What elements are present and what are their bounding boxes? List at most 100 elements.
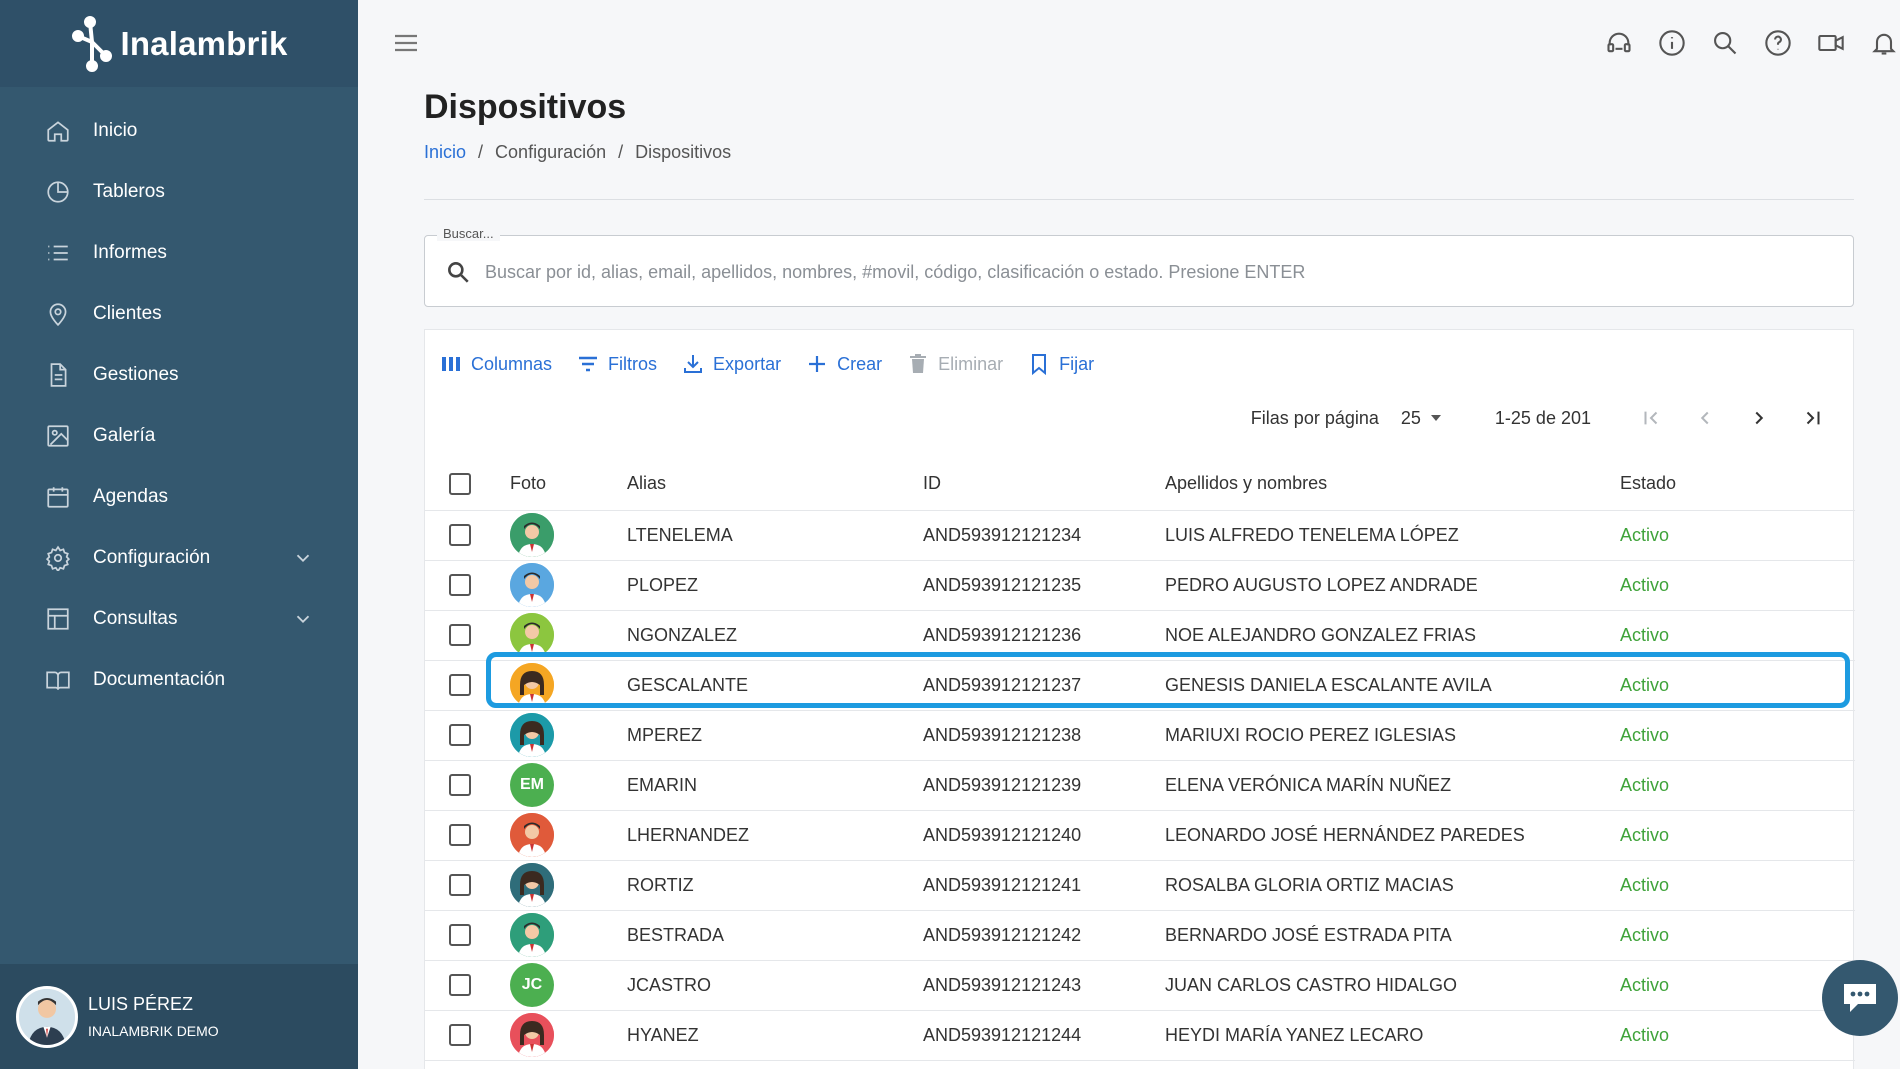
pagination: Filas por página 25 1-25 de 201 (1251, 402, 1829, 434)
row-checkbox[interactable] (449, 574, 471, 596)
sidebar-item-gestiones[interactable]: Gestiones (0, 344, 358, 405)
row-select-cell (425, 710, 510, 761)
row-select-cell (425, 610, 510, 661)
avatar-initials: EM (520, 776, 544, 793)
column-header-foto[interactable]: Foto (510, 458, 627, 511)
sidebar-item-informes[interactable]: Informes (0, 222, 358, 283)
table-row[interactable]: LTENELEMA AND593912121234 LUIS ALFREDO TEN… (425, 510, 1855, 561)
alias-cell: LTENELEMA (627, 510, 923, 561)
table-row[interactable]: GESCALANTE AND593912121237 GENESIS DANIELA… (425, 660, 1855, 711)
filters-label: Filtros (608, 353, 658, 374)
user-organization: INALAMBRIK DEMO (88, 1023, 219, 1039)
row-checkbox[interactable] (449, 924, 471, 946)
row-select-cell (425, 960, 510, 1011)
alias-cell: LHERNANDEZ (627, 810, 923, 861)
id-cell: AND593912121235 (923, 560, 1165, 611)
search-icon[interactable] (1708, 26, 1741, 59)
breadcrumb-inicio[interactable]: Inicio (424, 142, 466, 163)
create-button[interactable]: Crear (801, 346, 886, 382)
last-page-icon[interactable] (1797, 402, 1829, 434)
column-header-alias[interactable]: Alias (627, 458, 923, 511)
id-cell: AND593912121234 (923, 510, 1165, 561)
support-headset-icon[interactable] (1602, 26, 1635, 59)
table-row[interactable]: EM EMARIN AND593912121239 ELENA VERÓNICA MA… (425, 760, 1855, 811)
table-row[interactable]: LHERNANDEZ AND593912121240 LEONARDO JOSÉ H… (425, 810, 1855, 861)
info-icon[interactable] (1655, 26, 1688, 59)
row-checkbox[interactable] (449, 1024, 471, 1046)
status-cell: Activo (1620, 510, 1855, 561)
table-row[interactable]: PLOPEZ AND593912121235 PEDRO AUGUSTO LOPEZ… (425, 560, 1855, 611)
row-select-cell (425, 560, 510, 611)
location-pin-icon (44, 300, 72, 328)
columns-button[interactable]: Columnas (435, 346, 556, 382)
name-cell: PEDRO AUGUSTO LOPEZ ANDRADE (1165, 560, 1620, 611)
alias-cell: MPEREZ (627, 710, 923, 761)
photo-cell (510, 510, 627, 561)
sidebar-item-consultas[interactable]: Consultas (0, 588, 358, 649)
sidebar-item-inicio[interactable]: Inicio (0, 100, 358, 161)
sidebar-item-agendas[interactable]: Agendas (0, 466, 358, 527)
row-checkbox[interactable] (449, 824, 471, 846)
bell-icon[interactable] (1867, 26, 1900, 59)
row-checkbox[interactable] (449, 724, 471, 746)
name-cell: ELENA VERÓNICA MARÍN NUÑEZ (1165, 760, 1620, 811)
name-cell: MARIUXI ROCIO PEREZ IGLESIAS (1165, 710, 1620, 761)
divider (424, 199, 1854, 200)
rows-per-page-select[interactable]: 25 (1401, 408, 1443, 429)
man-avatar (510, 613, 554, 657)
previous-page-icon[interactable] (1689, 402, 1721, 434)
export-button[interactable]: Exportar (677, 346, 785, 382)
page-navigation (1635, 402, 1829, 434)
photo-cell (510, 910, 627, 961)
alias-cell: EMARIN (627, 760, 923, 811)
table-row[interactable]: HYANEZ AND593912121244 HEYDI MARÍA YANEZ L… (425, 1010, 1855, 1061)
name-cell: GENESIS DANIELA ESCALANTE AVILA (1165, 660, 1620, 711)
next-page-icon[interactable] (1743, 402, 1775, 434)
devices-table-card: Columnas Filtros Exportar Crear Eliminar… (424, 329, 1855, 1069)
top-actions (1602, 26, 1900, 59)
column-header-id[interactable]: ID (923, 458, 1165, 511)
logo[interactable]: Inalambrik (0, 0, 358, 87)
column-header-status[interactable]: Estado (1620, 458, 1855, 511)
sidebar-item-tableros[interactable]: Tableros (0, 161, 358, 222)
gear-icon (44, 544, 72, 572)
help-icon[interactable] (1761, 26, 1794, 59)
row-checkbox[interactable] (449, 974, 471, 996)
table-row[interactable]: JC JCASTRO AND593912121243 JUAN CARLOS CAST… (425, 960, 1855, 1011)
video-icon[interactable] (1814, 26, 1847, 59)
calendar-icon (44, 483, 72, 511)
table-row[interactable]: NGONZALEZ AND593912121236 NOE ALEJANDRO GO… (425, 610, 1855, 661)
search-input[interactable] (485, 252, 1835, 292)
delete-button[interactable]: Eliminar (902, 346, 1007, 382)
first-page-icon[interactable] (1635, 402, 1667, 434)
image-icon (44, 422, 72, 450)
sidebar-item-documentacion[interactable]: Documentación (0, 649, 358, 710)
user-profile[interactable]: LUIS PÉREZ INALAMBRIK DEMO (0, 964, 358, 1069)
row-checkbox[interactable] (449, 524, 471, 546)
sidebar-item-galeria[interactable]: Galería (0, 405, 358, 466)
sidebar-item-label: Configuración (93, 546, 211, 568)
row-checkbox[interactable] (449, 674, 471, 696)
table-row[interactable]: BESTRADA AND593912121242 BERNARDO JOSÉ EST… (425, 910, 1855, 961)
photo-cell (510, 610, 627, 661)
man-avatar (510, 513, 554, 557)
chat-button[interactable] (1822, 960, 1898, 1036)
row-checkbox[interactable] (449, 774, 471, 796)
man-avatar (510, 563, 554, 607)
column-header-name[interactable]: Apellidos y nombres (1165, 458, 1620, 511)
table-row[interactable]: MPEREZ AND593912121238 MARIUXI ROCIO PEREZ… (425, 710, 1855, 761)
sidebar-item-clientes[interactable]: Clientes (0, 283, 358, 344)
status-cell: Activo (1620, 710, 1855, 761)
row-checkbox[interactable] (449, 624, 471, 646)
filters-button[interactable]: Filtros (572, 346, 661, 382)
row-checkbox[interactable] (449, 874, 471, 896)
page-range: 1-25 de 201 (1494, 407, 1591, 428)
download-icon (684, 355, 703, 373)
chevron-down-icon[interactable] (292, 608, 314, 630)
pin-button[interactable]: Fijar (1023, 346, 1098, 382)
menu-icon[interactable] (392, 30, 420, 56)
sidebar-item-configuracion[interactable]: Configuración (0, 527, 358, 588)
select-all-checkbox[interactable] (449, 472, 471, 495)
table-row[interactable]: RORTIZ AND593912121241 ROSALBA GLORIA ORTI… (425, 860, 1855, 911)
chevron-down-icon[interactable] (292, 547, 314, 569)
